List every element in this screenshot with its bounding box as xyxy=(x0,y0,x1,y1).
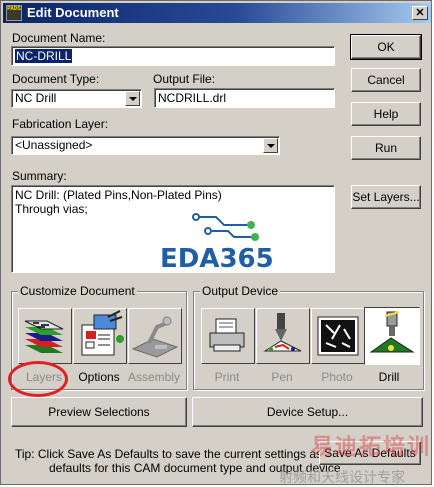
fabrication-layer-select[interactable]: <Unassigned> xyxy=(11,136,280,155)
chevron-down-icon[interactable] xyxy=(263,138,278,153)
watermark-cn-subtitle: 射频和天线设计专家 xyxy=(279,470,405,486)
fabrication-layer-value: <Unassigned> xyxy=(15,138,93,152)
photoplot-icon xyxy=(317,316,359,356)
print-device-button[interactable] xyxy=(201,308,255,364)
photo-caption: Photo xyxy=(321,370,353,384)
cancel-button[interactable]: Cancel xyxy=(351,68,421,92)
summary-label: Summary: xyxy=(12,169,67,183)
options-caption: Options xyxy=(78,370,120,384)
assembly-caption: Assembly xyxy=(127,370,180,384)
output-file-value: NCDRILL.drl xyxy=(158,91,227,105)
options-icon xyxy=(81,310,124,356)
photo-device-button[interactable] xyxy=(311,308,365,364)
edit-document-dialog: PADS Edit Document ✕ Document Name: NC-D… xyxy=(0,0,432,486)
assembly-icon xyxy=(131,316,179,358)
close-button[interactable]: ✕ xyxy=(412,6,428,20)
pads-app-icon: PADS xyxy=(6,5,22,21)
device-setup-button[interactable]: Device Setup... xyxy=(192,397,423,427)
output-device-title: Output Device xyxy=(200,284,281,298)
print-caption: Print xyxy=(214,370,240,384)
title-bar[interactable]: PADS Edit Document ✕ xyxy=(3,3,431,23)
tip-line-1: Tip: Click Save As Defaults to save the … xyxy=(15,447,343,461)
highlight-circle xyxy=(8,361,68,397)
window-title: Edit Document xyxy=(27,5,119,20)
document-name-value: NC-DRILL xyxy=(15,49,73,63)
drill-caption: Drill xyxy=(378,370,400,384)
layers-icon xyxy=(24,320,64,353)
customize-document-title: Customize Document xyxy=(18,284,137,298)
eda365-logo: EDA365 xyxy=(160,213,274,271)
document-name-input[interactable]: NC-DRILL xyxy=(11,46,335,66)
pen-caption: Pen xyxy=(271,370,293,384)
help-button[interactable]: Help xyxy=(351,102,421,126)
output-file-input[interactable]: NCDRILL.drl xyxy=(154,88,335,108)
fabrication-layer-label: Fabrication Layer: xyxy=(12,117,109,131)
layers-tile-button[interactable] xyxy=(18,308,72,364)
document-type-select[interactable]: NC Drill xyxy=(11,89,142,108)
close-icon: ✕ xyxy=(415,7,425,19)
svg-text:EDA365: EDA365 xyxy=(160,244,274,271)
ok-button[interactable]: OK xyxy=(350,34,422,60)
run-button[interactable]: Run xyxy=(351,136,421,160)
printer-icon xyxy=(209,318,245,352)
assembly-tile-button[interactable] xyxy=(128,308,182,364)
chevron-down-icon[interactable] xyxy=(125,91,140,106)
document-type-label: Document Type: xyxy=(12,72,100,86)
options-tile-button[interactable] xyxy=(73,308,127,364)
drill-icon xyxy=(369,311,415,353)
preview-selections-button[interactable]: Preview Selections xyxy=(11,397,187,427)
summary-line-1: NC Drill: (Plated Pins,Non-Plated Pins) xyxy=(15,188,222,202)
document-name-label: Document Name: xyxy=(12,31,106,45)
drill-device-button[interactable] xyxy=(364,307,420,365)
watermark-cn-title: 易迪拓培训 xyxy=(311,435,432,460)
set-layers-button[interactable]: Set Layers... xyxy=(351,185,421,209)
pen-plotter-icon xyxy=(263,313,302,352)
output-file-label: Output File: xyxy=(153,72,216,86)
document-type-value: NC Drill xyxy=(15,91,57,105)
pen-device-button[interactable] xyxy=(256,308,310,364)
